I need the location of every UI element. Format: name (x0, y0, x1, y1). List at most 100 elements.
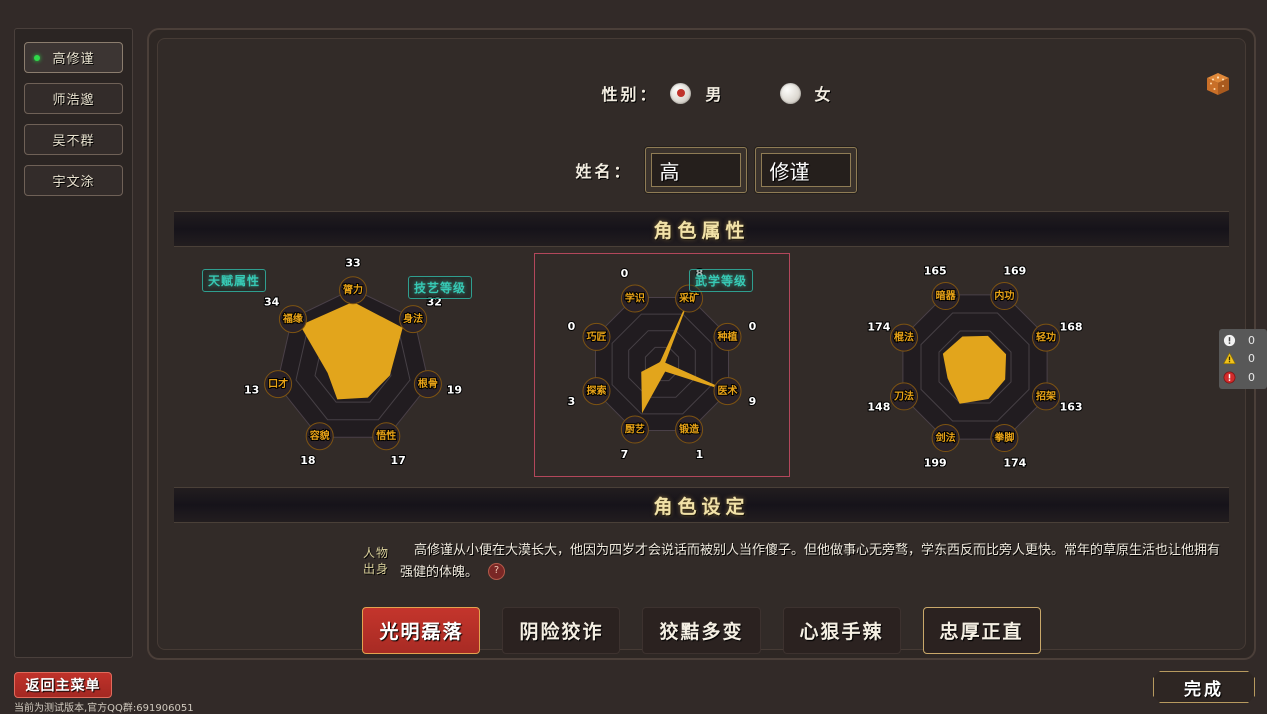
radar-axis-value: 199 (924, 457, 947, 470)
svg-text:暗器: 暗器 (936, 289, 957, 302)
dice-icon[interactable] (1205, 71, 1231, 97)
gender-option-female-label: 女 (814, 85, 831, 104)
info-icon (1223, 334, 1236, 346)
gender-option-male-label: 男 (705, 85, 722, 104)
trait-button-1[interactable]: 阴险狡诈 (502, 607, 621, 654)
radar-axis-value: 163 (1060, 400, 1083, 413)
main-panel: 性别： 男 女 姓名： 高 修谨 角色属性 角色设定 天赋属性 膂力 33 身法… (147, 28, 1256, 660)
svg-text:棍法: 棍法 (894, 331, 914, 344)
svg-text:招架: 招架 (1036, 389, 1056, 402)
radar-axis-value: 13 (244, 384, 259, 397)
character-slot-1[interactable]: 师浩邈 (24, 83, 123, 114)
version-text: 当前为测试版本,官方QQ群:691906051 (14, 703, 194, 714)
console-error-row[interactable]: 0 (1219, 370, 1267, 386)
finish-button[interactable]: 完成 (1153, 671, 1255, 703)
gender-option-male[interactable]: 男 (670, 81, 722, 105)
story-label-line1: 人物 (362, 546, 389, 560)
radar-axis-2-5: 刀法 148 (866, 382, 918, 414)
radar-axis-2-6: 棍法 174 (866, 320, 918, 352)
surname-input[interactable]: 高 (650, 153, 741, 187)
givenname-frame: 修谨 (754, 147, 857, 193)
radar-axis-1-4: 厨艺 7 (620, 415, 649, 462)
radio-female-icon[interactable] (779, 82, 801, 104)
error-icon (1223, 371, 1236, 384)
console-info-row[interactable]: 0 (1219, 332, 1267, 348)
radar-axis-1-6: 巧匠 0 (567, 319, 611, 351)
radar-tag-martial: 武学等级 (689, 269, 754, 292)
svg-text:容貌: 容貌 (309, 429, 330, 442)
back-to-main-menu-button[interactable]: 返回主菜单 (14, 672, 112, 698)
givenname-input[interactable]: 修谨 (760, 153, 851, 187)
character-slot-label: 吴不群 (52, 134, 95, 149)
console-warning-count: 0 (1248, 352, 1255, 366)
character-slot-3[interactable]: 宇文涂 (24, 165, 123, 196)
radar-axis-value: 1 (696, 448, 704, 461)
radar-axis-2-7: 暗器 165 (923, 263, 960, 310)
console-error-count: 0 (1248, 371, 1255, 385)
radar-axis-2-4: 剑法 199 (923, 424, 960, 471)
name-label: 姓名： (575, 162, 633, 181)
radar-axis-0-3: 悟性 17 (372, 422, 407, 468)
radar-axis-value: 168 (1060, 321, 1083, 334)
radar-axis-0-6: 福缘34 (263, 295, 307, 334)
banner-setup-label: 角色设定 (653, 495, 750, 518)
radar-axis-2-3: 拳脚 174 (990, 424, 1028, 471)
svg-text:悟性: 悟性 (375, 429, 396, 442)
svg-text:探索: 探索 (587, 384, 607, 397)
radar-axis-value: 18 (300, 454, 315, 467)
radar-axis-0-1: 身法32 (399, 295, 443, 334)
svg-text:刀法: 刀法 (894, 389, 914, 402)
character-sidebar: 高修谨师浩邈吴不群宇文涂 (14, 28, 133, 658)
svg-text:医术: 医术 (718, 384, 738, 397)
radar-axis-2-0: 内功 169 (990, 263, 1027, 310)
radar-axis-value: 174 (1003, 457, 1026, 470)
svg-text:巧匠: 巧匠 (587, 331, 607, 343)
trait-button-2[interactable]: 狡黠多变 (642, 607, 761, 654)
radar-svg-2: 内功 169 轻功 168 招架 163 拳脚 174 剑法 199 刀法 148 棍法 174 暗器 165 (866, 263, 1084, 471)
radar-axis-value: 7 (621, 448, 629, 461)
radar-axis-value: 165 (924, 264, 947, 277)
story-label-line2: 出身 (362, 562, 389, 576)
console-counters: 0 0 0 (1219, 329, 1267, 389)
console-warning-row[interactable]: 0 (1219, 351, 1267, 367)
svg-text:学识: 学识 (625, 292, 645, 305)
banner-attributes: 角色属性 (174, 211, 1229, 247)
radar-axis-value: 0 (568, 320, 576, 333)
character-slot-label: 师浩邈 (52, 93, 95, 108)
radar-axis-value: 34 (264, 296, 280, 309)
svg-text:种植: 种植 (717, 330, 738, 343)
radar-axis-value: 174 (867, 321, 890, 334)
radar-axis-value: 0 (621, 267, 629, 280)
radar-axis-1-1: 种植 0 (713, 319, 758, 351)
radar-tag-skill: 技艺等级 (408, 276, 473, 299)
radar-axis-1-2: 医术 9 (713, 377, 757, 409)
svg-text:轻功: 轻功 (1036, 331, 1056, 344)
character-slot-label: 高修谨 (52, 52, 95, 67)
svg-text:锻造: 锻造 (679, 423, 700, 436)
main-panel-inner: 性别： 男 女 姓名： 高 修谨 角色属性 角色设定 天赋属性 膂力 33 身法… (157, 38, 1246, 654)
character-slot-0[interactable]: 高修谨 (24, 42, 123, 73)
trait-button-4[interactable]: 忠厚正直 (922, 607, 1041, 654)
radar-axis-value: 17 (390, 454, 405, 467)
help-icon[interactable]: ? (488, 563, 506, 580)
name-row: 姓名： 高 修谨 (158, 147, 1245, 193)
radar-axis-0-4: 容貌 18 (299, 422, 334, 468)
radar-axis-value: 148 (867, 400, 890, 413)
gender-option-female[interactable]: 女 (779, 81, 831, 105)
radar-axis-0-5: 口才 13 (243, 370, 293, 399)
trait-button-3[interactable]: 心狠手辣 (782, 607, 901, 654)
radar-axis-value: 0 (749, 320, 757, 333)
radio-male-icon[interactable] (670, 82, 692, 104)
banner-setup: 角色设定 (174, 487, 1229, 523)
radar-axis-value: 33 (345, 257, 360, 270)
trait-buttons: 光明磊落 阴险狡诈 狡黠多变 心狠手辣 忠厚正直 (158, 607, 1245, 654)
svg-text:采矿: 采矿 (678, 292, 699, 305)
trait-button-0[interactable]: 光明磊落 (362, 607, 481, 654)
radar-axis-2-2: 招架 163 (1032, 382, 1084, 414)
gender-row: 性别： 男 女 (158, 81, 1245, 105)
character-slot-2[interactable]: 吴不群 (24, 124, 123, 155)
svg-text:膂力: 膂力 (342, 283, 363, 296)
svg-text:剑法: 剑法 (935, 431, 956, 444)
svg-text:口才: 口才 (268, 377, 288, 390)
radar-chart-martial: 武学等级 内功 169 轻功 168 招架 163 拳脚 174 剑法 199 刀法 148 棍法 174… (689, 247, 1134, 485)
